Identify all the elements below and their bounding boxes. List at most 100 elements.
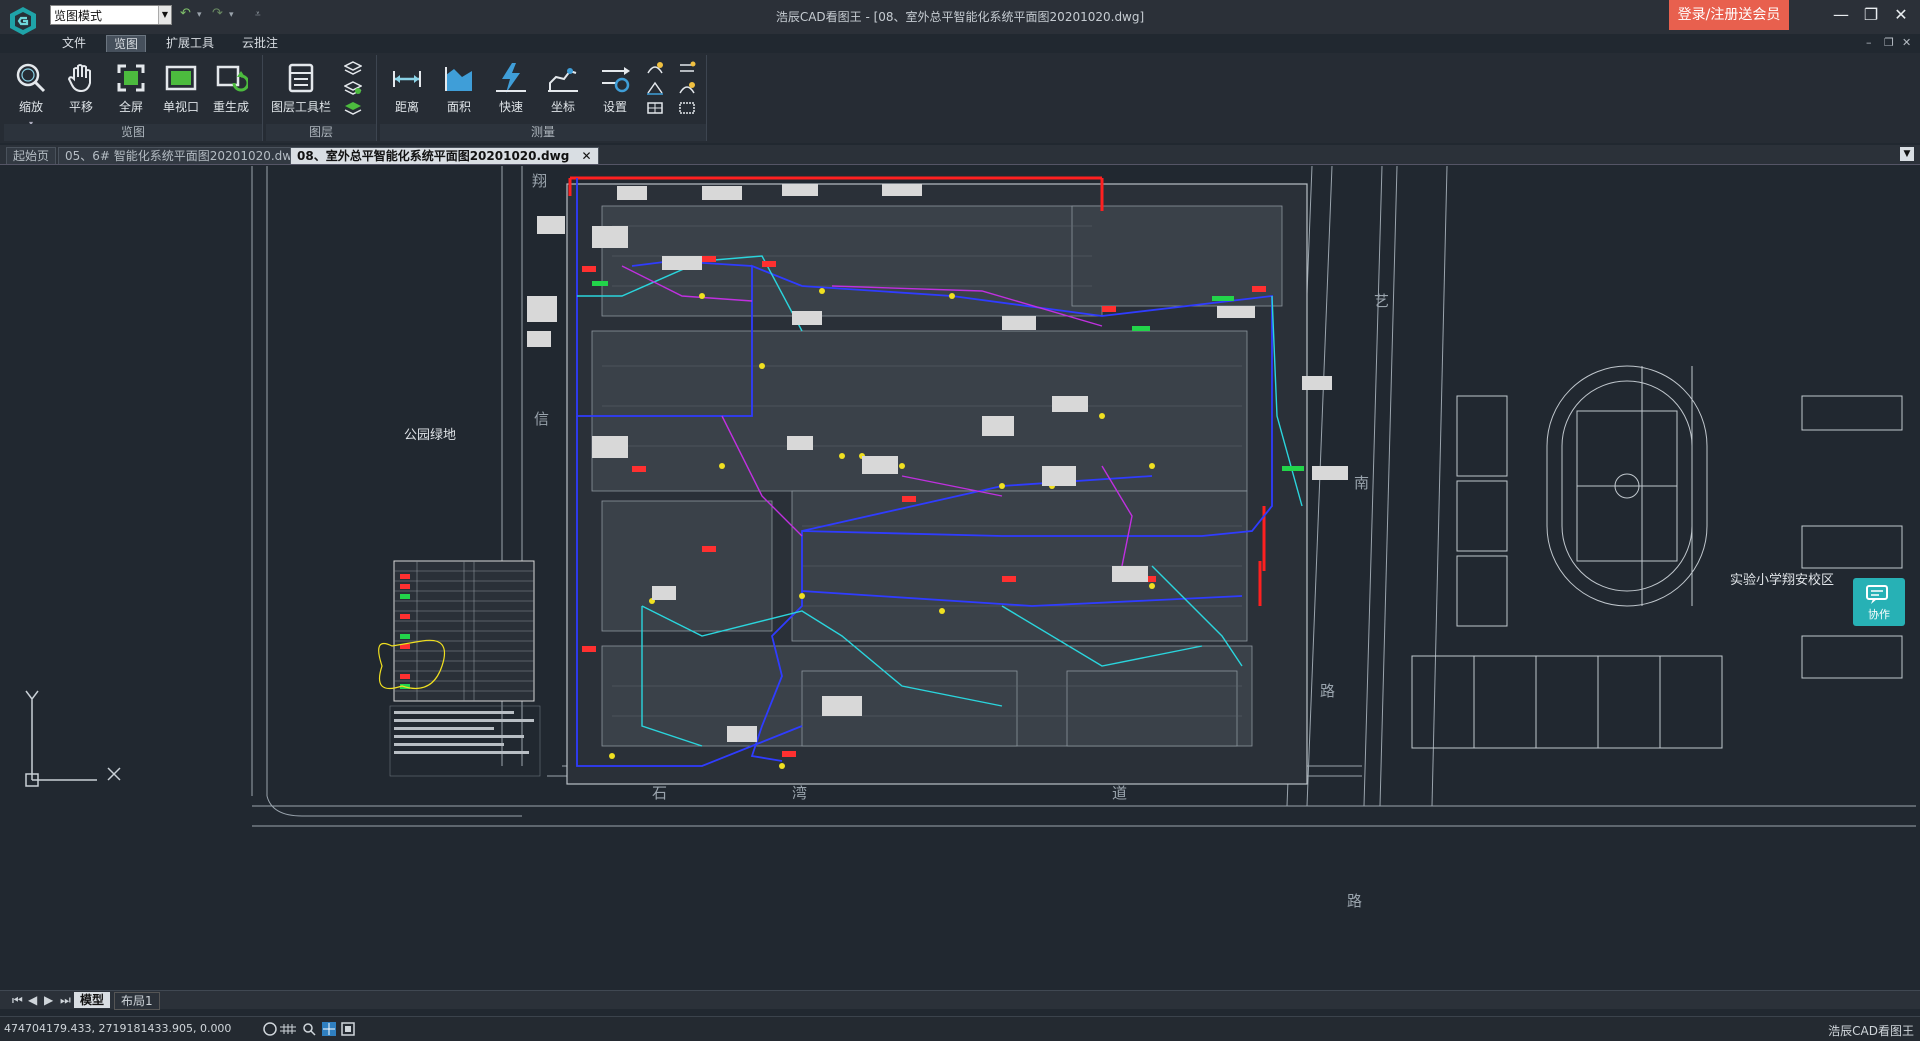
layer-off-icon[interactable] <box>344 81 362 95</box>
cursor-coordinates: 474704179.433, 2719181433.905, 0.000 <box>4 1022 232 1035</box>
zoom-label: 缩放 <box>18 100 43 114</box>
ribbon-group-layer-label: 图层 <box>266 124 376 141</box>
close-icon[interactable]: ✕ <box>1886 5 1916 24</box>
document-tabs: 起始页 05、6# 智能化系统平面图20201020.dwg 08、室外总平智能… <box>0 145 1920 165</box>
tab-model[interactable]: 模型 <box>74 992 111 1008</box>
layout-tabs: ⏮ ◀ ▶ ⏭ 模型 布局1 <box>0 990 1920 1010</box>
road-char-5: 石 <box>652 784 667 802</box>
view-mode-select[interactable]: 览图模式 ▼ <box>50 5 172 25</box>
ucs-icon <box>25 690 121 787</box>
collab-label: 协作 <box>1868 608 1890 621</box>
measure-sum-icon[interactable] <box>678 81 696 95</box>
ribbon-group-measure-label: 测量 <box>380 124 706 141</box>
customize-toolbar-icon[interactable]: ⩡ <box>255 9 261 20</box>
status-bar: 474704179.433, 2719181433.905, 0.000 浩辰C… <box>0 1016 1920 1041</box>
undo-dropdown-icon[interactable]: ▾ <box>197 10 202 20</box>
window-title: 浩辰CAD看图王 - [08、室外总平智能化系统平面图20201020.dwg] <box>775 10 1145 24</box>
ribbon-group-view: 缩放▾ 平移 全屏 单视口 重生成 览图 <box>4 55 263 141</box>
doc-restore-icon[interactable]: ❐ <box>1884 36 1894 49</box>
redo-icon[interactable]: ↷ <box>212 6 223 21</box>
menu-cloud-annotation[interactable]: 云批注 <box>236 35 284 52</box>
single-viewport-label: 单视口 <box>162 100 199 114</box>
fullscreen-icon <box>117 64 145 92</box>
menu-extensions[interactable]: 扩展工具 <box>160 35 220 52</box>
view-mode-select-value: 览图模式 <box>54 9 103 23</box>
road-char-1: 信 <box>534 410 549 428</box>
ribbon: 缩放▾ 平移 全屏 单视口 重生成 览图 图层工具栏 图层 <box>0 53 1920 143</box>
doc-minimize-icon[interactable]: – <box>1866 36 1872 49</box>
ribbon-group-view-label: 览图 <box>4 124 262 141</box>
pan-icon <box>67 64 91 93</box>
fullscreen-label: 全屏 <box>118 100 143 114</box>
distance-button[interactable]: 距离 <box>384 59 430 121</box>
login-register-button[interactable]: 登录/注册送会员 <box>1669 0 1789 30</box>
tab-drawing-05[interactable]: 05、6# 智能化系统平面图20201020.dwg <box>58 147 307 164</box>
zoom-button[interactable]: 缩放▾ <box>8 59 54 128</box>
buildings <box>591 205 1283 747</box>
app-logo-icon <box>10 7 36 35</box>
quick-measure-icon <box>496 63 526 93</box>
measure-settings-label: 设置 <box>602 100 627 114</box>
layer-toolbar-icon <box>288 63 314 93</box>
tab-layout1[interactable]: 布局1 <box>114 992 160 1010</box>
road-char-3: 南 <box>1354 474 1369 492</box>
area-label: 面积 <box>446 100 471 114</box>
fullscreen-button[interactable]: 全屏 <box>108 59 154 121</box>
single-viewport-icon <box>165 65 197 91</box>
zoom-icon <box>16 63 46 93</box>
menu-view[interactable]: 览图 <box>106 35 146 52</box>
tab-list-dropdown-icon[interactable]: ▼ <box>1900 147 1914 161</box>
layer-toolbar-button[interactable]: 图层工具栏 <box>270 59 332 121</box>
regen-button[interactable]: 重生成 <box>208 59 254 121</box>
status-brand: 浩辰CAD看图王 <box>1828 1024 1914 1038</box>
tab-close-icon[interactable]: ✕ <box>582 149 592 163</box>
collab-button[interactable]: 协作 <box>1853 578 1905 626</box>
pan-label: 平移 <box>68 100 93 114</box>
collab-icon <box>1866 585 1888 604</box>
road-char-6: 湾 <box>792 784 807 802</box>
menu-file[interactable]: 文件 <box>56 35 92 52</box>
layer-stack-icon[interactable] <box>344 61 362 75</box>
status-tool-icons[interactable] <box>262 1021 362 1037</box>
measure-settings-button[interactable]: 设置 <box>592 59 638 121</box>
coordinate-icon <box>548 68 578 92</box>
measure-list-icon[interactable] <box>678 101 696 115</box>
chevron-down-icon[interactable]: ▼ <box>158 6 171 24</box>
road-char-8: 翔 <box>532 172 547 190</box>
road-char-9: 艺 <box>1374 292 1389 310</box>
menu-bar: 文件 览图 扩展工具 云批注 <box>0 34 720 53</box>
label-school: 实验小学翔安校区 <box>1730 572 1834 588</box>
coordinate-label: 坐标 <box>550 100 575 114</box>
pan-button[interactable]: 平移 <box>58 59 104 121</box>
quick-measure-button[interactable]: 快速 <box>488 59 534 121</box>
single-viewport-button[interactable]: 单视口 <box>158 59 204 121</box>
undo-icon[interactable]: ↶ <box>180 6 191 21</box>
coordinate-button[interactable]: 坐标 <box>540 59 586 121</box>
layer-isolate-icon[interactable] <box>344 101 362 115</box>
drawing-canvas[interactable]: 公园绿地 实验小学翔安校区 信 路 南 路 石 湾 道 翔 艺 <box>2 166 1916 990</box>
title-bar: 览图模式 ▼ ↶ ▾ ↷ ▾ ⩡ 浩辰CAD看图王 - [08、室外总平智能化系… <box>0 0 1920 35</box>
label-park: 公园绿地 <box>404 428 456 443</box>
legend-table <box>378 560 541 777</box>
redo-dropdown-icon[interactable]: ▾ <box>229 10 234 20</box>
minimize-icon[interactable]: — <box>1826 5 1856 24</box>
tab-drawing-08[interactable]: 08、室外总平智能化系统平面图20201020.dwg ✕ <box>290 147 599 164</box>
distance-icon <box>393 71 421 87</box>
tab-start-page[interactable]: 起始页 <box>6 147 57 164</box>
area-button[interactable]: 面积 <box>436 59 482 121</box>
layer-toolbar-label: 图层工具栏 <box>270 100 331 114</box>
measure-arc-icon[interactable] <box>646 61 664 75</box>
tab-drawing-08-label: 08、室外总平智能化系统平面图20201020.dwg <box>297 149 570 163</box>
measure-multi-icon[interactable] <box>678 61 696 75</box>
regen-icon <box>216 65 248 92</box>
measure-angle-icon[interactable] <box>646 81 664 95</box>
quick-measure-label: 快速 <box>498 100 523 114</box>
doc-close-icon[interactable]: ✕ <box>1902 36 1911 49</box>
settings-icon <box>602 67 630 93</box>
restore-icon[interactable]: ❐ <box>1856 5 1886 24</box>
road-char-2: 路 <box>1320 682 1335 700</box>
measure-table-icon[interactable] <box>646 101 664 115</box>
ribbon-group-layer: 图层工具栏 图层 <box>266 55 377 141</box>
ribbon-group-measure: 距离 面积 快速 坐标 设置 测量 <box>380 55 707 141</box>
school-area <box>1411 365 1903 749</box>
